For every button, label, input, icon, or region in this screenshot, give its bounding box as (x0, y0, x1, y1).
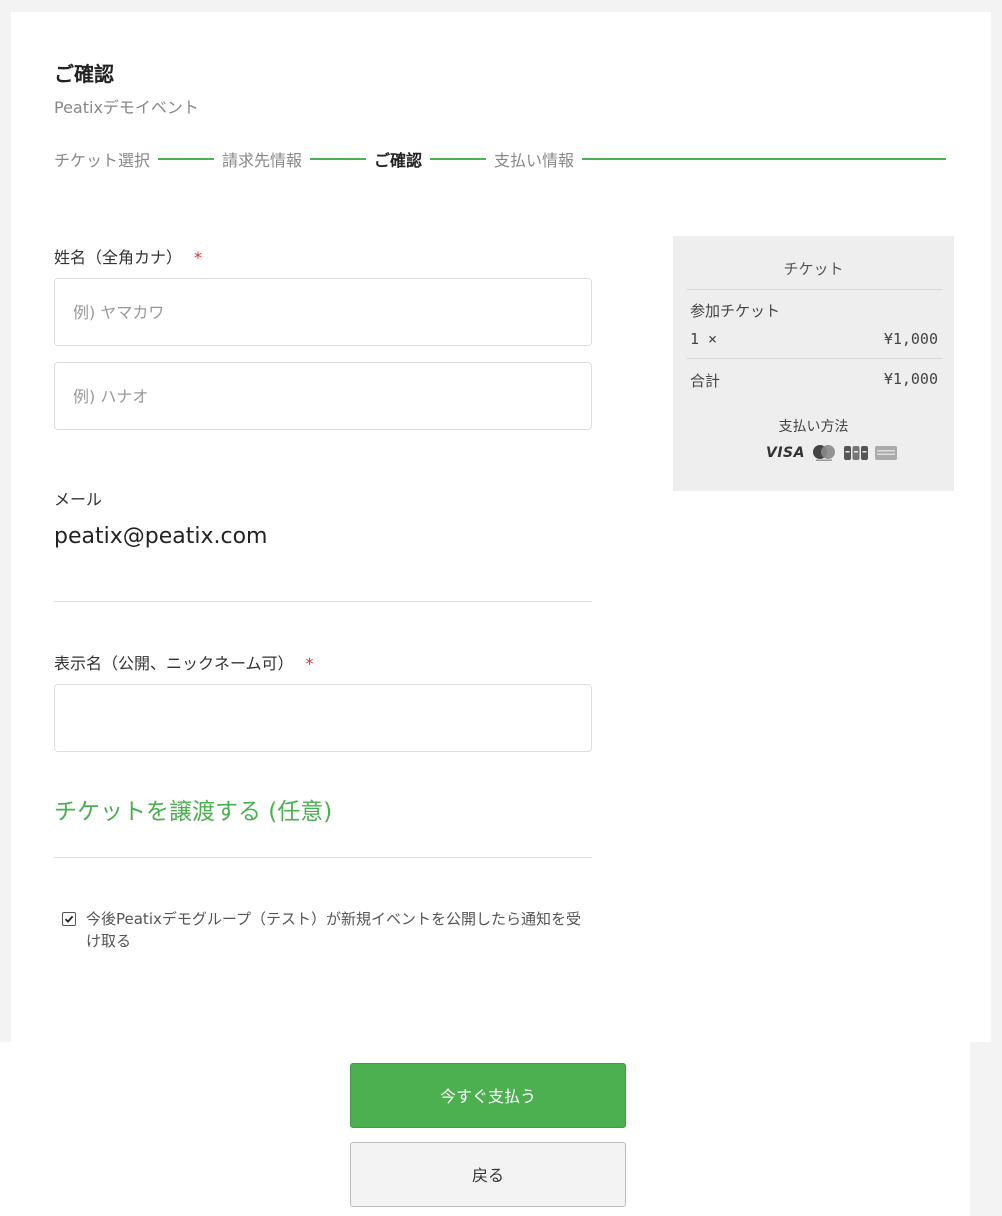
ticket-price: ¥1,000 (883, 330, 938, 348)
payment-icons: VISA (766, 444, 898, 462)
transfer-ticket-link[interactable]: チケットを譲渡する (任意) (54, 792, 332, 826)
event-name: Peatixデモイベント (54, 98, 199, 117)
page-title: ご確認 (54, 62, 114, 86)
step-payment-info: 支払い情報 (494, 151, 575, 170)
notify-label: 今後Peatixデモグループ（テスト）が新規イベントを公開したら通知を受け取る (86, 910, 581, 950)
first-name-input[interactable] (54, 362, 592, 430)
display-name-input[interactable] (54, 684, 592, 752)
ticket-name: 参加チケット (690, 302, 781, 320)
required-mark: * (305, 654, 314, 673)
step-ticket-selection: チケット選択 (54, 151, 151, 170)
display-name-label-text: 表示名（公開、ニックネーム可） (54, 654, 294, 673)
progress-steps: チケット選択 請求先情報 ご確認 支払い情報 (54, 146, 954, 172)
email-value: peatix@peatix.com (54, 524, 268, 549)
total-label: 合計 (690, 372, 721, 390)
step-connector (430, 158, 487, 160)
step-confirmation: ご確認 (374, 151, 423, 170)
back-button[interactable]: 戻る (350, 1142, 626, 1207)
order-summary: チケット 参加チケット 1 × ¥1,000 合計 ¥1,000 支払い方法 V… (673, 236, 954, 491)
notify-checkbox[interactable] (62, 912, 76, 926)
checkmark-icon (64, 915, 74, 923)
ticket-quantity: 1 × (690, 330, 718, 348)
name-label-text: 姓名（全角カナ） (54, 248, 183, 267)
step-billing-info: 請求先情報 (222, 151, 303, 170)
summary-divider (687, 289, 943, 290)
summary-heading: チケット (783, 260, 844, 278)
divider (54, 857, 592, 858)
total-value: ¥1,000 (883, 370, 938, 388)
step-connector (582, 158, 946, 160)
last-name-input[interactable] (54, 278, 592, 346)
jcb-icon (843, 446, 868, 460)
name-label: 姓名（全角カナ） * (54, 244, 202, 268)
pay-now-button[interactable]: 今すぐ支払う (350, 1063, 626, 1128)
step-connector (158, 158, 215, 160)
step-connector (310, 158, 367, 160)
email-label: メール (54, 490, 103, 509)
visa-icon: VISA (766, 445, 805, 461)
amex-icon (874, 446, 897, 460)
payment-methods-label: 支払い方法 (778, 419, 849, 435)
required-mark: * (194, 248, 203, 267)
divider (54, 601, 592, 602)
display-name-label: 表示名（公開、ニックネーム可） * (54, 650, 314, 674)
summary-divider (687, 358, 943, 359)
notification-optin: 今後Peatixデモグループ（テスト）が新規イベントを公開したら通知を受け取る (62, 908, 602, 952)
mastercard-icon (812, 445, 835, 461)
